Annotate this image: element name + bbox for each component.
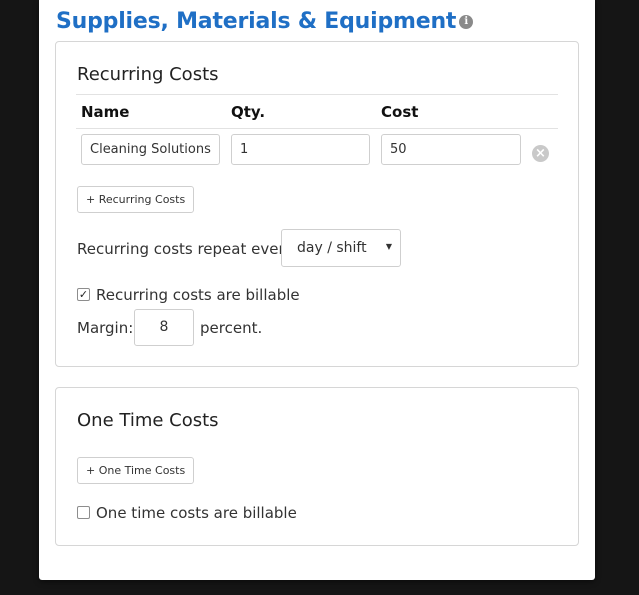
add-one-time-cost-button[interactable]: + One Time Costs xyxy=(77,457,195,484)
form-sheet: Supplies, Materials & Equipment i Recurr… xyxy=(39,0,595,580)
remove-circle-icon[interactable]: × xyxy=(532,145,549,162)
item-qty-input[interactable] xyxy=(231,134,370,165)
recurring-billable-checkbox[interactable]: ✓ xyxy=(77,288,90,301)
recurring-costs-title: Recurring Costs xyxy=(77,64,219,85)
margin-label: Margin: xyxy=(77,319,134,337)
page-header: Supplies, Materials & Equipment i xyxy=(56,4,474,38)
column-header-cost: Cost xyxy=(381,103,419,121)
repeat-frequency-value: day / shift xyxy=(297,240,367,256)
repeat-frequency-select[interactable]: day / shift ▼ xyxy=(281,229,401,267)
margin-suffix: percent. xyxy=(200,319,263,337)
one-time-costs-title: One Time Costs xyxy=(77,410,219,431)
recurring-costs-panel: Recurring Costs Name Qty. Cost × + Recur… xyxy=(55,41,579,367)
info-icon[interactable]: i xyxy=(459,15,474,29)
item-cost-input[interactable] xyxy=(381,134,521,165)
one-time-billable-checkbox[interactable] xyxy=(77,506,90,519)
margin-input[interactable]: 8 xyxy=(134,309,194,346)
chevron-down-icon: ▼ xyxy=(385,242,392,251)
item-name-input[interactable] xyxy=(81,134,220,165)
add-recurring-cost-button[interactable]: + Recurring Costs xyxy=(77,186,195,213)
table-header-divider xyxy=(76,128,558,129)
one-time-billable-label: One time costs are billable xyxy=(96,504,297,522)
page-title: Supplies, Materials & Equipment xyxy=(56,8,457,34)
column-header-name: Name xyxy=(81,103,130,121)
table-top-divider xyxy=(76,94,558,95)
one-time-costs-panel: One Time Costs + One Time Costs One time… xyxy=(55,387,579,546)
column-header-qty: Qty. xyxy=(231,103,266,121)
recurring-billable-label: Recurring costs are billable xyxy=(96,286,300,304)
repeat-label: Recurring costs repeat every xyxy=(77,240,294,258)
